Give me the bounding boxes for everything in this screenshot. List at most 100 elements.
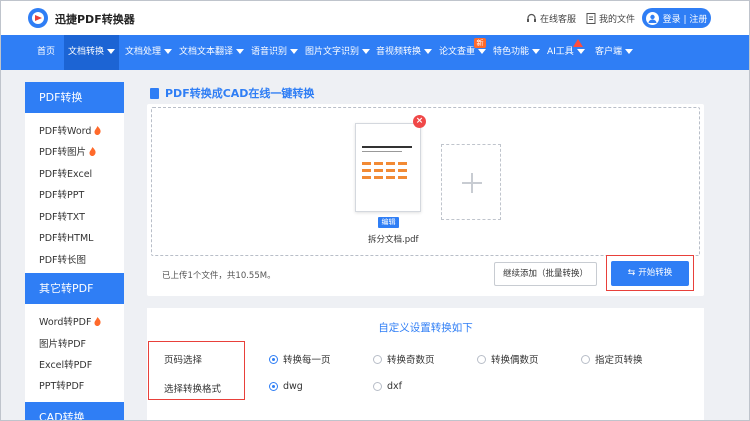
- page-select-label: 页码选择: [164, 355, 203, 366]
- radio-label: 指定页转换: [595, 355, 643, 366]
- chevron-down-icon: [625, 49, 634, 54]
- my-files-link[interactable]: 我的文件: [586, 12, 635, 25]
- nav-ai-tools-label: AI工具: [547, 47, 574, 57]
- sidebar-item-pdf-to-excel[interactable]: PDF转Excel: [39, 166, 92, 180]
- file-icon: [586, 13, 596, 24]
- brand-name[interactable]: 迅捷PDF转换器: [55, 11, 135, 27]
- file-thumbnail[interactable]: [355, 123, 421, 212]
- sidebar-item-pdf-to-ppt[interactable]: PDF转PPT: [39, 187, 84, 201]
- sidebar-item-word-to-pdf[interactable]: Word转PDF: [39, 314, 102, 328]
- radio-even-pages[interactable]: 转换偶数页: [477, 352, 539, 366]
- thumb-text-line: [362, 151, 402, 152]
- radio-dot: [373, 354, 382, 364]
- login-register-label: 登录 | 注册: [662, 14, 708, 25]
- main-nav: 首页 文档转换 文档处理 文档文本翻译 语音识别 图片文字识别 音视频转换 论文…: [1, 35, 749, 70]
- fire-icon: [94, 125, 102, 135]
- continue-add-button[interactable]: 继续添加（批量转换）: [494, 262, 597, 286]
- add-file-box[interactable]: [441, 144, 501, 220]
- radio-label: 转换每一页: [283, 355, 331, 366]
- nav-features[interactable]: 特色功能: [493, 35, 541, 70]
- settings-title: 自定义设置转换如下: [378, 322, 473, 334]
- top-header: 迅捷PDF转换器 在线客服 我的文件 登录 | 注册: [1, 1, 749, 35]
- nav-ocr-label: 图片文字识别: [305, 47, 360, 57]
- sidebar-item-label: PDF转Word: [39, 126, 92, 137]
- sidebar-item-pdf-to-html[interactable]: PDF转HTML: [39, 230, 93, 244]
- sidebar-item-label: PDF转图片: [39, 147, 87, 158]
- radio-dot: [269, 354, 278, 364]
- sidebar-item-label: 图片转PDF: [39, 339, 87, 350]
- sidebar-item-label: Excel转PDF: [39, 360, 93, 371]
- new-badge: 新: [474, 38, 486, 48]
- remove-file-close-icon[interactable]: ×: [413, 115, 426, 128]
- fire-icon: [94, 316, 102, 326]
- radio-format-dxf[interactable]: dxf: [373, 381, 402, 392]
- edit-file-button[interactable]: 编辑: [378, 217, 399, 228]
- upload-status: 已上传1个文件，共10.55M。: [162, 271, 276, 281]
- nav-av-convert[interactable]: 音视频转换: [376, 35, 433, 70]
- nav-speech[interactable]: 语音识别: [251, 35, 299, 70]
- sidebar-item-label: PDF转长图: [39, 255, 87, 266]
- sidebar-item-label: PDF转PPT: [39, 190, 85, 201]
- nav-home[interactable]: 首页: [37, 35, 55, 70]
- nav-client[interactable]: 客户端: [595, 35, 634, 70]
- thumb-cell: [362, 176, 371, 179]
- page-title-text: PDF转换成CAD在线一键转换: [165, 87, 315, 100]
- thumb-cell: [386, 169, 395, 172]
- thumb-cell: [374, 176, 383, 179]
- user-avatar-icon: [645, 11, 659, 25]
- sidebar-item-label: Word转PDF: [39, 317, 92, 328]
- online-service-label: 在线客服: [540, 15, 577, 25]
- radio-label: 转换偶数页: [491, 355, 539, 366]
- nav-plagiarism-label: 论文查重: [439, 47, 476, 57]
- thumb-cell: [398, 162, 407, 165]
- hot-marker-icon: [573, 39, 583, 47]
- app-logo-icon[interactable]: [27, 7, 51, 29]
- sidebar-group-cad-convert[interactable]: CAD转换: [25, 402, 124, 420]
- chevron-down-icon: [107, 49, 116, 54]
- login-register-button[interactable]: 登录 | 注册: [642, 8, 711, 28]
- nav-features-label: 特色功能: [493, 47, 530, 57]
- radio-dot: [581, 354, 590, 364]
- chevron-down-icon: [532, 49, 541, 54]
- nav-doc-convert[interactable]: 文档转换: [64, 35, 120, 70]
- sidebar-group-other-to-pdf[interactable]: 其它转PDF: [25, 273, 124, 304]
- radio-odd-pages[interactable]: 转换奇数页: [373, 352, 435, 366]
- headset-icon: [527, 13, 536, 22]
- online-service-link[interactable]: 在线客服: [526, 12, 576, 25]
- radio-label: dwg: [283, 381, 303, 392]
- sidebar-item-pdf-to-word[interactable]: PDF转Word: [39, 123, 102, 137]
- radio-label: 转换奇数页: [387, 355, 435, 366]
- radio-label: dxf: [387, 381, 402, 392]
- sidebar-item-pdf-to-long-image[interactable]: PDF转长图: [39, 252, 86, 266]
- thumb-cell: [398, 176, 407, 179]
- radio-specified-pages[interactable]: 指定页转换: [581, 352, 643, 366]
- my-files-label: 我的文件: [599, 15, 636, 25]
- start-convert-label: 开始转换: [638, 268, 673, 278]
- nav-doc-convert-label: 文档转换: [68, 47, 105, 57]
- chevron-down-icon: [424, 49, 433, 54]
- file-name: 拆分文档.pdf: [368, 235, 419, 245]
- thumb-cell: [362, 169, 371, 172]
- sidebar-item-label: PDF转HTML: [39, 233, 94, 244]
- page: 迅捷PDF转换器 在线客服 我的文件 登录 | 注册 首页 文档转换 文档处理 …: [0, 0, 750, 421]
- radio-every-page[interactable]: 转换每一页: [269, 352, 331, 366]
- nav-doc-process[interactable]: 文档处理: [125, 35, 173, 70]
- sidebar-item-pdf-to-txt[interactable]: PDF转TXT: [39, 209, 85, 223]
- plus-icon-vertical: [471, 173, 473, 193]
- sidebar-item-label: PDF转Excel: [39, 169, 93, 180]
- nav-translate[interactable]: 文档文本翻译: [179, 35, 245, 70]
- sidebar-item-label: PDF转TXT: [39, 212, 85, 223]
- radio-dot: [373, 382, 382, 391]
- nav-ocr[interactable]: 图片文字识别: [305, 35, 371, 70]
- sidebar-item-image-to-pdf[interactable]: 图片转PDF: [39, 336, 86, 350]
- sidebar-item-excel-to-pdf[interactable]: Excel转PDF: [39, 357, 92, 371]
- start-convert-button[interactable]: ⇆ 开始转换: [611, 261, 689, 286]
- sidebar-group-pdf-convert[interactable]: PDF转换: [25, 82, 124, 113]
- sidebar-item-pdf-to-image[interactable]: PDF转图片: [39, 144, 96, 158]
- file-drop-area[interactable]: [151, 107, 700, 256]
- sidebar-item-ppt-to-pdf[interactable]: PPT转PDF: [39, 378, 84, 392]
- radio-dot: [269, 382, 278, 391]
- sidebar-item-label: PPT转PDF: [39, 381, 85, 392]
- nav-av-convert-label: 音视频转换: [376, 47, 422, 57]
- radio-format-dwg[interactable]: dwg: [269, 381, 303, 392]
